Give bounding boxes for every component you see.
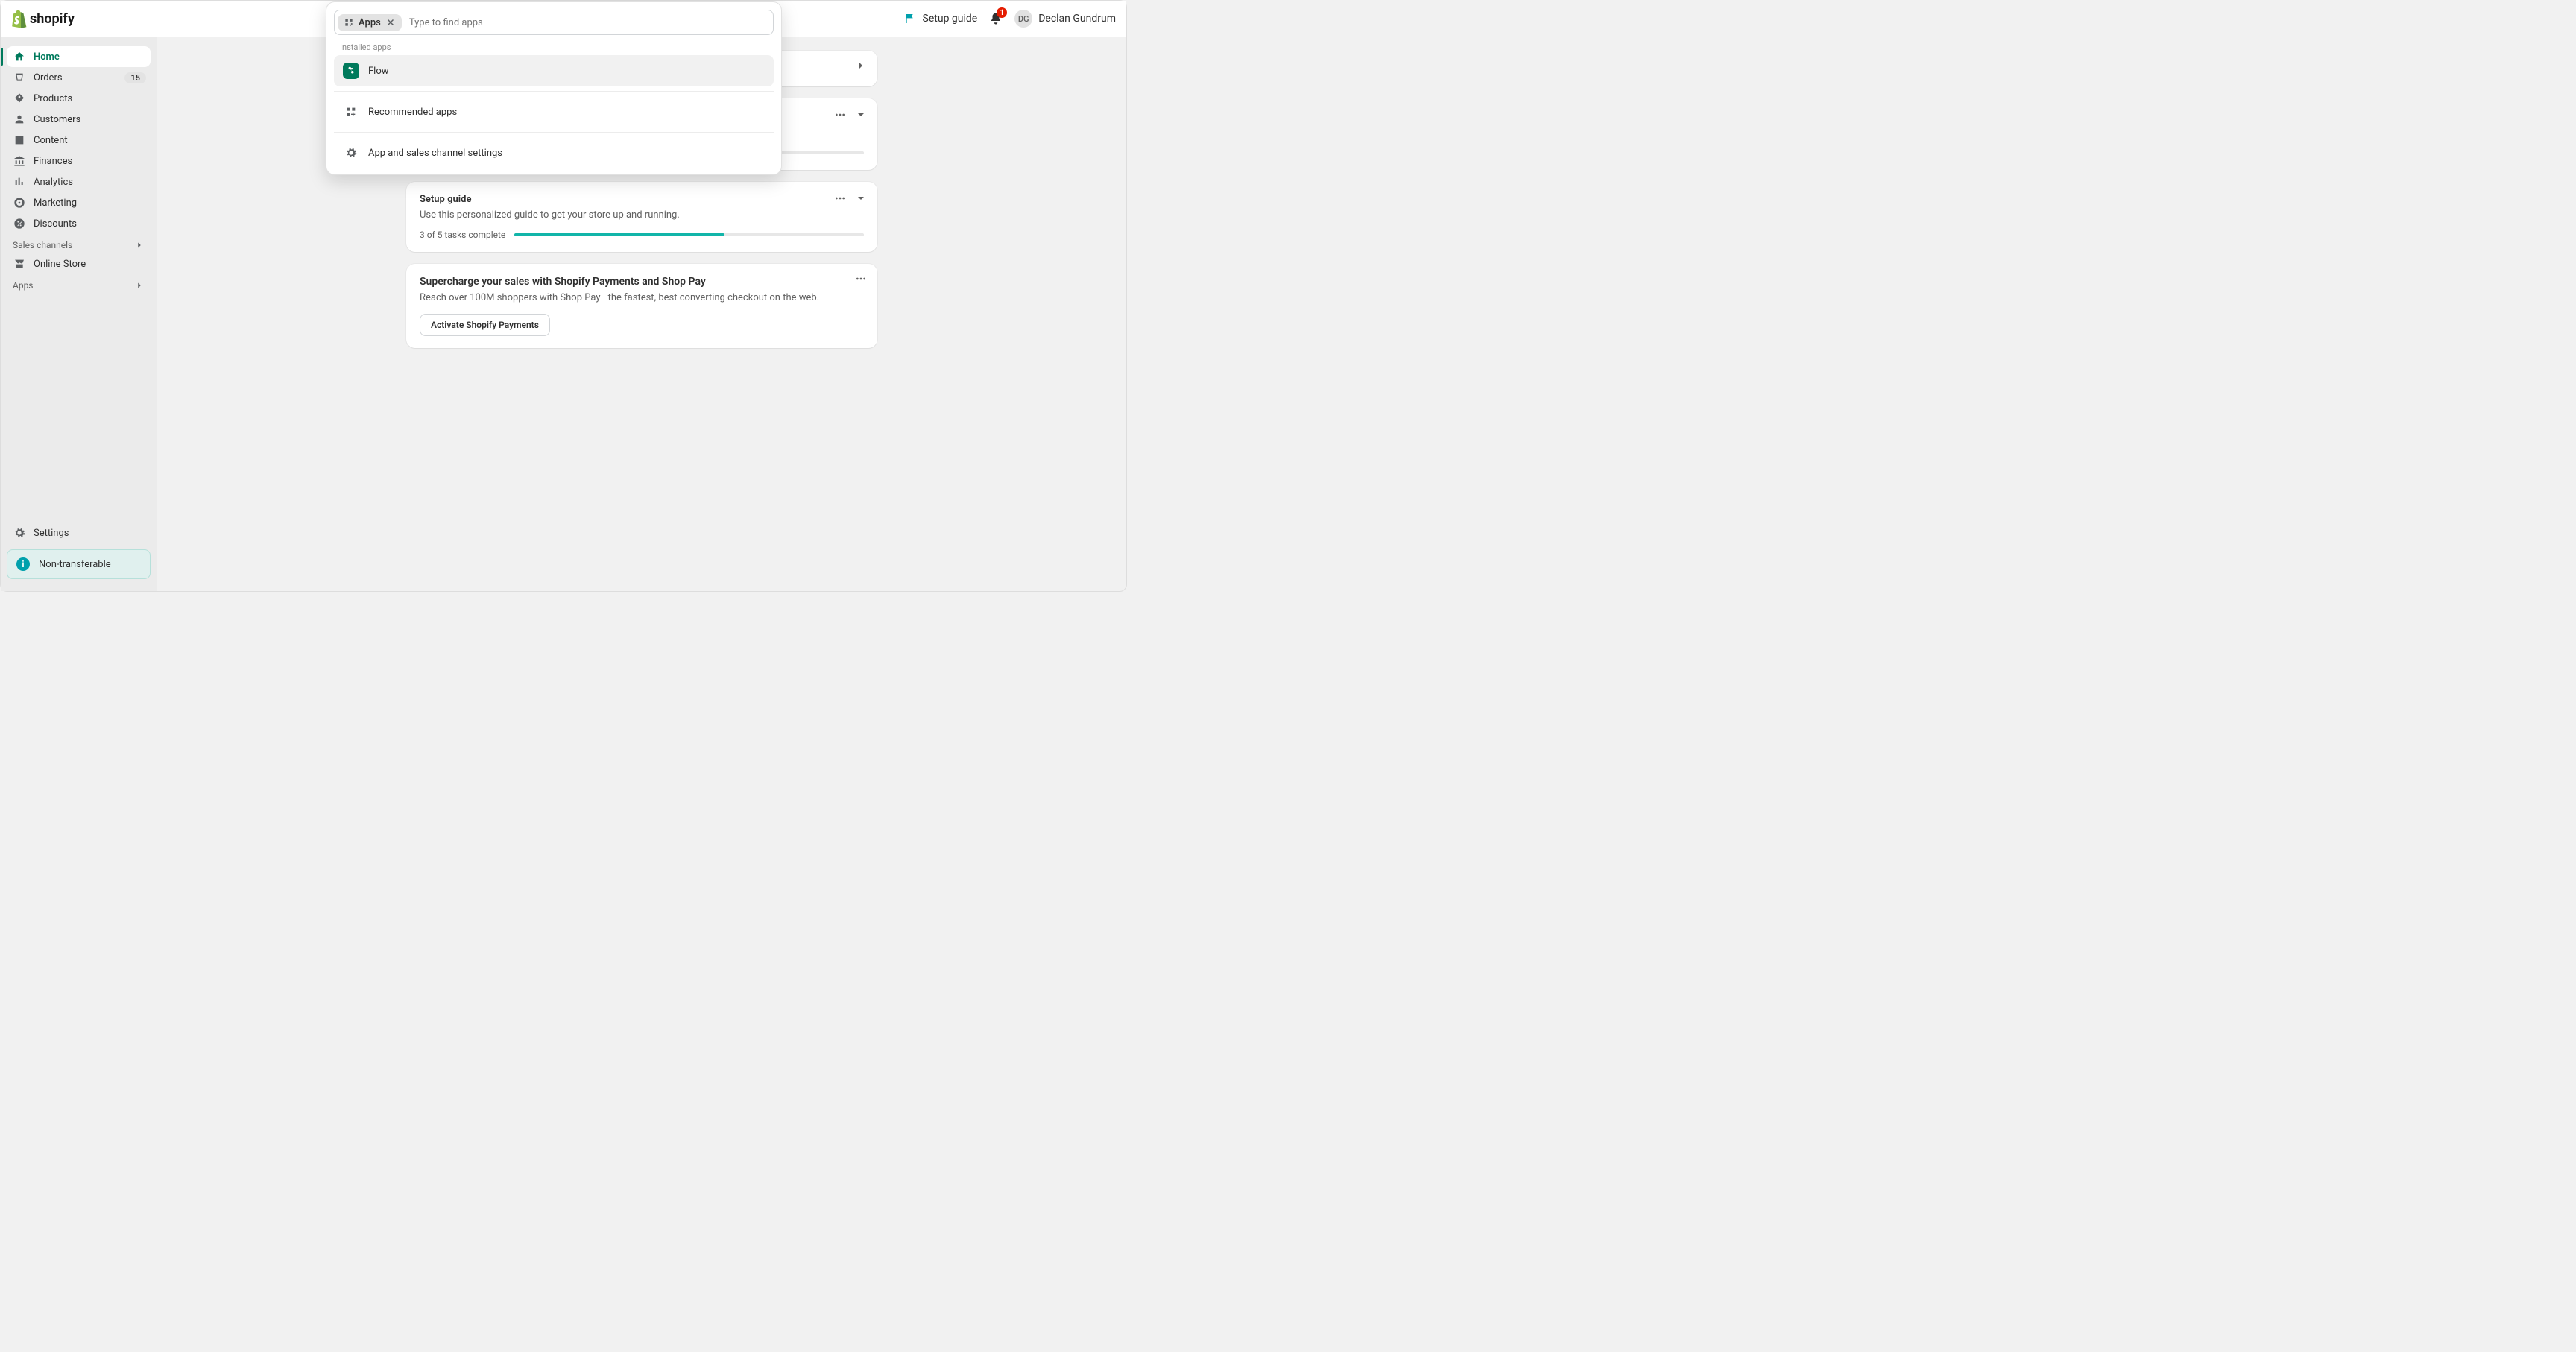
sidebar-item-discounts[interactable]: Discounts: [7, 213, 151, 234]
recommended-apps-row[interactable]: Recommended apps: [334, 96, 774, 127]
shopify-bag-icon: [11, 10, 28, 28]
progress-bar: [514, 233, 864, 236]
brand-name: shopify: [30, 11, 75, 27]
sidebar-item-home[interactable]: Home: [7, 46, 151, 67]
card-shopify-payments: Supercharge your sales with Shopify Paym…: [406, 264, 877, 348]
sidebar-section-apps[interactable]: Apps: [1, 274, 157, 294]
filter-chip-apps: Apps: [338, 14, 402, 31]
bank-icon: [13, 154, 26, 168]
search-field[interactable]: Apps: [334, 10, 774, 35]
card-subtitle: Reach over 100M shoppers with Shop Pay—t…: [420, 292, 864, 303]
divider: [334, 91, 774, 92]
avatar: DG: [1014, 10, 1032, 28]
gear-icon: [343, 145, 359, 161]
recommended-apps-label: Recommended apps: [368, 107, 457, 118]
chart-bar-icon: [13, 175, 26, 189]
more-button[interactable]: [834, 192, 846, 204]
apps-search-popover: Apps Installed apps Flow Recommended app…: [326, 1, 782, 175]
target-icon: [13, 196, 26, 209]
notifications-button[interactable]: 1: [989, 12, 1003, 25]
home-icon: [13, 50, 26, 63]
sidebar-item-orders[interactable]: Orders 15: [7, 67, 151, 88]
setup-guide-label: Setup guide: [923, 13, 978, 25]
sales-channels-label: Sales channels: [13, 240, 72, 250]
sidebar-item-label: Settings: [34, 528, 69, 539]
brand-logo[interactable]: shopify: [1, 10, 75, 28]
sidebar-item-customers[interactable]: Customers: [7, 109, 151, 130]
chevron-right-icon: [134, 280, 145, 291]
orders-count-badge: 15: [124, 72, 146, 83]
non-transferable-alert: i Non-transferable: [7, 549, 151, 579]
sidebar-item-label: Analytics: [34, 177, 73, 188]
store-icon: [13, 257, 26, 271]
flow-app-icon: [343, 63, 359, 79]
chip-label: Apps: [359, 17, 381, 28]
app-item-flow[interactable]: Flow: [334, 55, 774, 86]
sidebar-item-products[interactable]: Products: [7, 88, 151, 109]
gear-icon: [13, 526, 26, 540]
discount-icon: [13, 217, 26, 230]
info-icon: i: [16, 557, 30, 571]
flag-icon: [905, 13, 917, 25]
notification-count-badge: 1: [997, 7, 1007, 18]
profile-name: Declan Gundrum: [1038, 13, 1116, 25]
sidebar-item-label: Finances: [34, 156, 72, 167]
sidebar-item-label: Marketing: [34, 198, 77, 209]
chevron-right-icon[interactable]: [855, 60, 867, 72]
sidebar-item-marketing[interactable]: Marketing: [7, 192, 151, 213]
sidebar-item-label: Products: [34, 93, 72, 104]
app-settings-label: App and sales channel settings: [368, 148, 502, 159]
search-input[interactable]: [402, 17, 773, 28]
sidebar-item-label: Content: [34, 135, 68, 146]
chevron-right-icon: [134, 240, 145, 250]
card-title: Supercharge your sales with Shopify Paym…: [420, 276, 864, 288]
sidebar-item-label: Orders: [34, 72, 63, 83]
alert-text: Non-transferable: [39, 559, 111, 570]
chip-clear-button[interactable]: [385, 17, 396, 28]
chevron-down-icon[interactable]: [855, 109, 867, 121]
app-settings-row[interactable]: App and sales channel settings: [334, 137, 774, 168]
activate-payments-button[interactable]: Activate Shopify Payments: [420, 314, 550, 336]
sidebar-item-label: Customers: [34, 114, 80, 125]
sidebar-item-finances[interactable]: Finances: [7, 151, 151, 171]
chevron-down-icon[interactable]: [855, 192, 867, 204]
sidebar-item-online-store[interactable]: Online Store: [7, 253, 151, 274]
card-title: Setup guide: [420, 194, 864, 205]
sidebar-item-label: Online Store: [34, 259, 86, 270]
more-button[interactable]: [855, 273, 867, 285]
sidebar-item-label: Home: [34, 51, 60, 63]
setup-guide-button[interactable]: Setup guide: [905, 13, 978, 25]
sidebar-item-settings[interactable]: Settings: [7, 522, 151, 543]
sidebar-section-sales-channels[interactable]: Sales channels: [1, 234, 157, 253]
card-setup-guide: Setup guide Use this personalized guide …: [406, 182, 877, 252]
person-icon: [13, 113, 26, 126]
sidebar-item-analytics[interactable]: Analytics: [7, 171, 151, 192]
apps-label: Apps: [13, 280, 34, 291]
image-icon: [13, 133, 26, 147]
sidebar-item-label: Discounts: [34, 218, 77, 230]
tasks-progress-text: 3 of 5 tasks complete: [420, 230, 505, 240]
apps-grid-add-icon: [343, 104, 359, 120]
sidebar-item-content[interactable]: Content: [7, 130, 151, 151]
tag-icon: [13, 92, 26, 105]
divider: [334, 132, 774, 133]
apps-grid-icon: [344, 17, 354, 28]
more-button[interactable]: [834, 109, 846, 121]
sidebar: Home Orders 15 Products Customers Conten…: [1, 37, 157, 591]
card-subtitle: Use this personalized guide to get your …: [420, 209, 864, 221]
orders-icon: [13, 71, 26, 84]
profile-button[interactable]: DG Declan Gundrum: [1014, 10, 1116, 28]
installed-apps-label: Installed apps: [326, 42, 781, 52]
app-item-label: Flow: [368, 66, 389, 77]
